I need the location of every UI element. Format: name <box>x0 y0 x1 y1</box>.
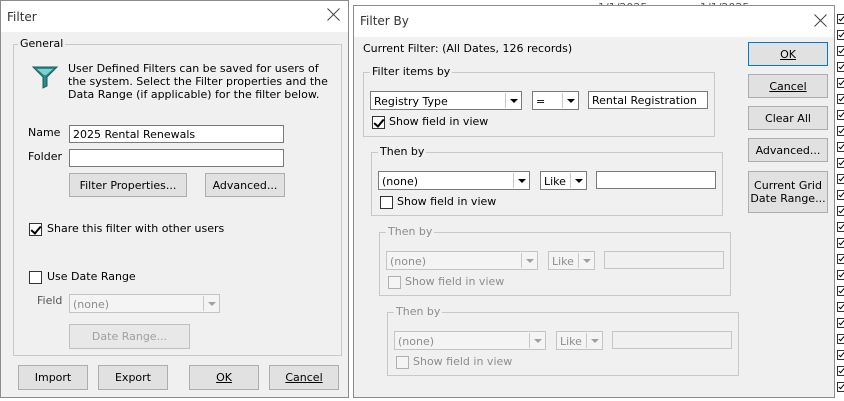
filter-title: Filter <box>7 10 37 24</box>
funnel-icon <box>31 66 59 89</box>
background-row-checkbox <box>837 190 844 200</box>
filter-by-titlebar: Filter By <box>354 6 834 37</box>
chevron-down-icon <box>529 333 544 348</box>
filter-by-dialog: Filter By Current Filter: (All Dates, 12… <box>353 5 835 398</box>
share-label: Share this filter with other users <box>47 222 225 235</box>
background-row-checkbox <box>837 222 844 232</box>
background-row-checkbox <box>837 270 844 280</box>
general-caption: General <box>18 37 66 50</box>
row3-show-checkbox[interactable] <box>388 276 401 289</box>
background-row-checkbox <box>837 110 844 120</box>
background-row-checkbox <box>837 286 844 296</box>
background-row-checkbox <box>837 302 844 312</box>
current-grid-date-range-button[interactable]: Current Grid Date Range... <box>748 171 828 213</box>
advanced-button[interactable]: Advanced... <box>205 173 285 197</box>
row3-operator-select[interactable]: Like <box>548 251 595 270</box>
background-row-checkbox <box>837 206 844 216</box>
background-row-checkbox <box>837 142 844 152</box>
background-row-checkbox <box>837 254 844 264</box>
row2-operator-select[interactable]: Like <box>540 171 587 190</box>
row4-show-label: Show field in view <box>413 355 513 368</box>
background-row-checkbox <box>837 62 844 72</box>
row1-value-input[interactable]: Rental Registration <box>588 91 708 109</box>
background-row-checkbox <box>837 366 844 376</box>
background-row-checkbox <box>837 30 844 40</box>
row1-show-checkbox[interactable] <box>372 116 385 129</box>
export-button[interactable]: Export <box>98 365 168 390</box>
background-row-checkbox <box>837 126 844 136</box>
row3-value-input[interactable] <box>604 251 724 269</box>
then-by-caption: Then by <box>378 145 427 158</box>
date-range-button[interactable]: Date Range... <box>69 324 190 349</box>
background-row-checkbox <box>837 382 844 392</box>
row3-show-label: Show field in view <box>405 275 505 288</box>
name-input[interactable]: 2025 Rental Renewals <box>69 125 284 143</box>
filter-by-title: Filter By <box>360 14 409 28</box>
import-button[interactable]: Import <box>18 365 88 390</box>
filter-items-caption: Filter items by <box>370 65 453 78</box>
filter-properties-button[interactable]: Filter Properties... <box>69 173 187 197</box>
field-select[interactable]: (none) <box>69 294 220 313</box>
field-label: Field <box>37 294 63 307</box>
row2-show-label: Show field in view <box>397 195 497 208</box>
folder-input[interactable] <box>69 149 284 167</box>
row4-field-select[interactable]: (none) <box>394 331 546 350</box>
current-filter-text: Current Filter: (All Dates, 126 records) <box>363 42 573 55</box>
close-icon[interactable] <box>812 12 830 30</box>
chevron-down-icon <box>578 253 593 268</box>
row4-operator-select[interactable]: Like <box>556 331 603 350</box>
chevron-down-icon <box>521 253 536 268</box>
chevron-down-icon <box>562 93 577 108</box>
background-row-checkbox <box>837 14 844 24</box>
folder-label: Folder <box>28 150 62 163</box>
background-row-checkbox <box>837 238 844 248</box>
use-date-range-label: Use Date Range <box>47 270 136 283</box>
info-text: User Defined Filters can be saved for us… <box>68 62 328 101</box>
cancel-button[interactable]: Cancel <box>269 365 339 390</box>
then-by-caption: Then by <box>386 225 435 238</box>
filter-dialog: Filter General User Defined Filters can … <box>0 0 349 398</box>
close-icon[interactable] <box>325 6 343 24</box>
background-row-checkbox <box>837 334 844 344</box>
row4-show-checkbox[interactable] <box>396 356 409 369</box>
chevron-down-icon <box>203 296 218 311</box>
clear-all-button[interactable]: Clear All <box>748 106 828 130</box>
name-label: Name <box>28 126 61 139</box>
chevron-down-icon <box>513 173 528 188</box>
background-row-checkbox <box>837 78 844 88</box>
row2-show-checkbox[interactable] <box>380 196 393 209</box>
ok-button[interactable]: OK <box>748 42 828 66</box>
use-date-range-checkbox[interactable] <box>29 271 42 284</box>
chevron-down-icon <box>570 173 585 188</box>
row2-value-input[interactable] <box>596 171 716 189</box>
row1-show-label: Show field in view <box>389 115 489 128</box>
row4-value-input[interactable] <box>612 331 732 349</box>
filter-titlebar: Filter <box>1 1 348 32</box>
share-checkbox[interactable] <box>29 223 42 236</box>
row1-field-select[interactable]: Registry Type <box>370 91 522 110</box>
ok-button[interactable]: OK <box>189 365 259 390</box>
chevron-down-icon <box>586 333 601 348</box>
chevron-down-icon <box>505 93 520 108</box>
row3-field-select[interactable]: (none) <box>386 251 538 270</box>
row2-field-select[interactable]: (none) <box>378 171 530 190</box>
background-row-checkbox <box>837 158 844 168</box>
cancel-button[interactable]: Cancel <box>748 74 828 98</box>
background-row-checkbox <box>837 46 844 56</box>
row1-operator-select[interactable]: = <box>532 91 579 110</box>
advanced-button[interactable]: Advanced... <box>748 138 828 162</box>
background-row-checkbox <box>837 174 844 184</box>
background-row-checkbox <box>837 94 844 104</box>
background-row-checkbox <box>837 350 844 360</box>
background-row-checkbox <box>837 318 844 328</box>
then-by-caption: Then by <box>394 305 443 318</box>
